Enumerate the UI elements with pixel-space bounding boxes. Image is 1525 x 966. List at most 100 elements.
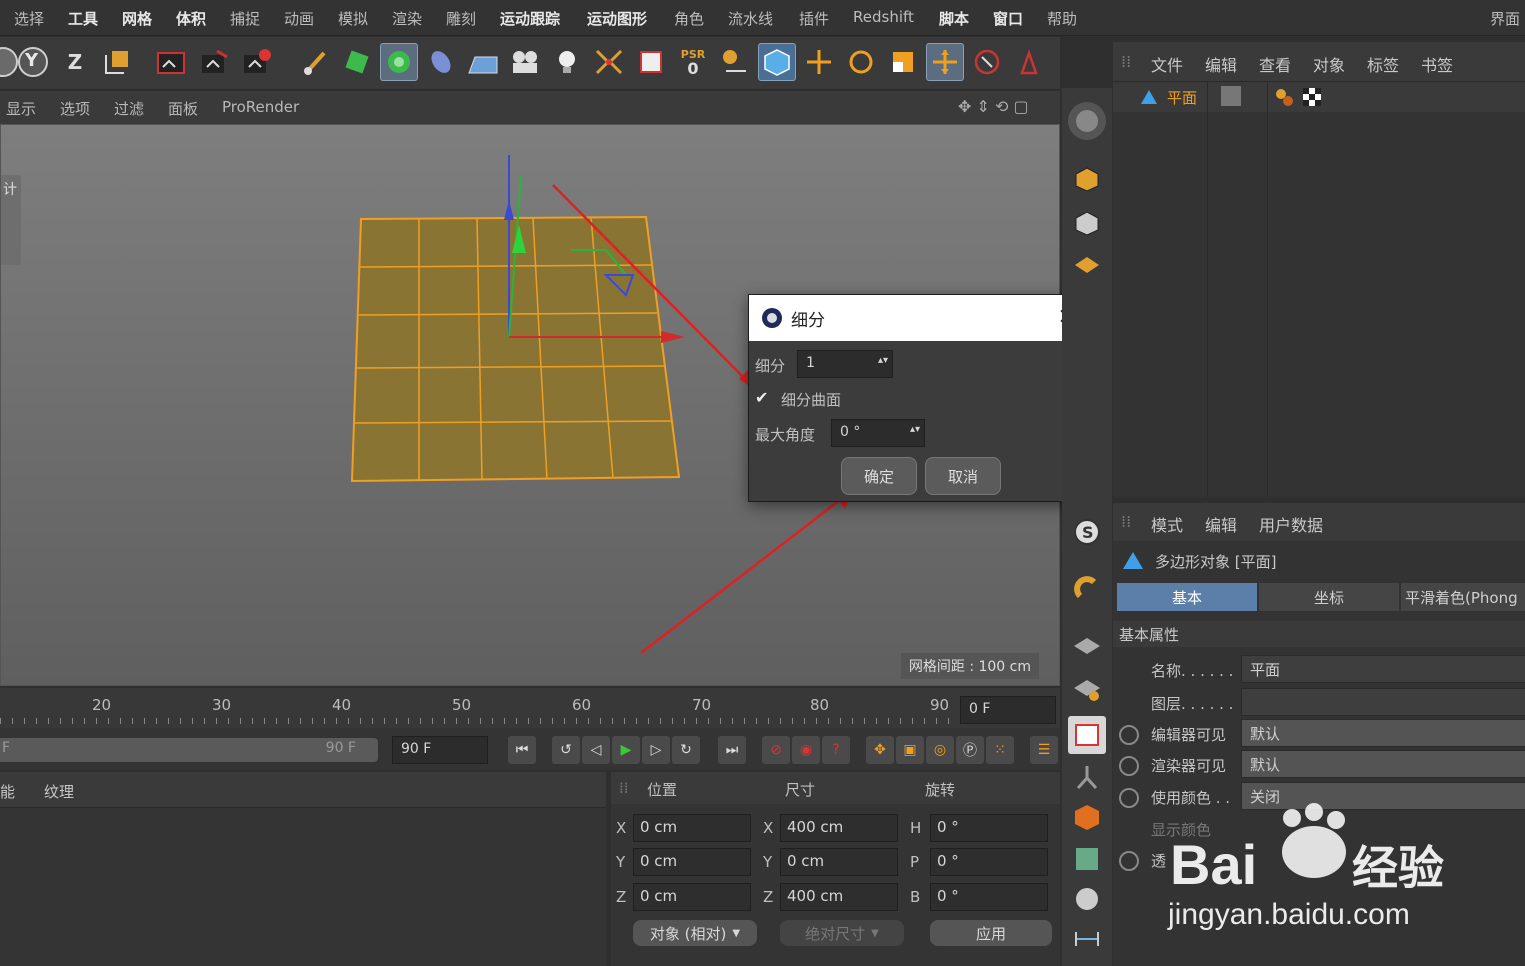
autokey-icon[interactable]: ◉ xyxy=(792,736,820,764)
render-view-icon[interactable] xyxy=(152,43,190,81)
render-settings-icon[interactable] xyxy=(238,43,276,81)
key-param-icon[interactable]: Ⓟ xyxy=(956,736,984,764)
spinner-arrows-icon[interactable]: ▴▾ xyxy=(910,424,920,435)
spinner-arrows-icon[interactable]: ▴▾ xyxy=(878,355,888,366)
menu-render[interactable]: 渲染 xyxy=(392,8,422,29)
prop-render-visible-select[interactable]: 默认 xyxy=(1241,750,1525,778)
menu-select[interactable]: 选择 xyxy=(14,8,44,29)
obj-menu-bookmarks[interactable]: 书签 xyxy=(1421,52,1453,76)
size-z-field[interactable]: 400 cm xyxy=(780,883,898,911)
vp-menu-options[interactable]: 选项 xyxy=(60,98,90,119)
prop-editor-visible-select[interactable]: 默认 xyxy=(1241,719,1525,747)
prev-frame-icon[interactable]: ◁ xyxy=(582,736,610,764)
coord-mode-select[interactable]: 对象 (相对) ▼ xyxy=(633,920,757,946)
next-frame-icon[interactable]: ▷ xyxy=(642,736,670,764)
next-key-icon[interactable]: ↻ xyxy=(672,736,700,764)
menu-layout[interactable]: 界面 xyxy=(1490,8,1520,29)
obj-menu-edit[interactable]: 编辑 xyxy=(1205,52,1237,76)
object-name[interactable]: 平面 xyxy=(1167,87,1197,108)
radio-transparency[interactable] xyxy=(1119,851,1139,871)
key-scale-icon[interactable]: ▣ xyxy=(896,736,924,764)
mat-menu-function[interactable]: 能 xyxy=(0,781,15,802)
size-y-field[interactable]: 0 cm xyxy=(780,848,898,876)
play-icon[interactable]: ▶ xyxy=(612,736,640,764)
pos-z-field[interactable]: 0 cm xyxy=(633,883,751,911)
go-to-end-icon[interactable]: ⏭ xyxy=(718,736,746,764)
menu-plugins[interactable]: 插件 xyxy=(799,8,829,29)
render-picture-viewer-icon[interactable] xyxy=(196,43,234,81)
axis-y-toggle[interactable]: Y xyxy=(14,43,52,81)
key-rotation-icon[interactable]: ◎ xyxy=(926,736,954,764)
timeline-menu-icon[interactable]: ☰ xyxy=(1030,736,1058,764)
pen-tool-icon[interactable] xyxy=(296,43,334,81)
apply-button[interactable]: 应用 xyxy=(930,920,1052,946)
select-tool-icon[interactable] xyxy=(968,43,1006,81)
menu-window[interactable]: 窗口 xyxy=(993,8,1023,29)
grip-icon[interactable]: ⁞⁞ xyxy=(1121,512,1131,531)
move-icon[interactable] xyxy=(800,43,838,81)
subdivision-surface-icon[interactable] xyxy=(380,43,418,81)
obj-menu-file[interactable]: 文件 xyxy=(1151,52,1183,76)
tag-icon[interactable] xyxy=(632,43,670,81)
subdivision-surface-checkbox[interactable]: ✔ xyxy=(755,388,768,407)
camera-icon[interactable] xyxy=(506,43,544,81)
box-orange-icon[interactable] xyxy=(1068,798,1106,836)
effector-icon[interactable] xyxy=(590,43,628,81)
vp-menu-display[interactable]: 显示 xyxy=(6,98,36,119)
cube-green-icon[interactable] xyxy=(338,43,376,81)
mat-menu-texture[interactable]: 纹理 xyxy=(44,781,74,802)
menu-mesh[interactable]: 网格 xyxy=(122,8,152,29)
frame-range-slider[interactable]: F 90 F xyxy=(0,738,378,762)
menu-volume[interactable]: 体积 xyxy=(176,8,206,29)
axis-z-toggle[interactable]: Z xyxy=(56,43,94,81)
rot-p-field[interactable]: 0 ° xyxy=(930,848,1048,876)
menu-script[interactable]: 脚本 xyxy=(939,8,969,29)
prev-key-icon[interactable]: ↺ xyxy=(552,736,580,764)
menu-snap[interactable]: 捕捉 xyxy=(230,8,260,29)
size-mode-select[interactable]: 绝对尺寸 ▼ xyxy=(780,920,904,946)
figure-icon[interactable] xyxy=(1068,758,1106,796)
material-ball-icon[interactable] xyxy=(1068,840,1106,878)
attr-menu-mode[interactable]: 模式 xyxy=(1151,512,1183,536)
menu-character[interactable]: 角色 xyxy=(674,8,704,29)
obj-menu-view[interactable]: 查看 xyxy=(1259,52,1291,76)
prop-layer-field[interactable] xyxy=(1241,688,1525,716)
checker-tag-icon[interactable] xyxy=(1301,86,1323,112)
prop-name-field[interactable]: 平面 xyxy=(1241,655,1525,683)
menu-animate[interactable]: 动画 xyxy=(284,8,314,29)
cancel-button[interactable]: 取消 xyxy=(925,457,1001,495)
window-icon[interactable] xyxy=(1068,716,1106,754)
keyframe-help-icon[interactable]: ? xyxy=(822,736,850,764)
snap-icon[interactable] xyxy=(716,43,754,81)
attr-menu-userdata[interactable]: 用户数据 xyxy=(1259,512,1323,536)
vp-menu-filter[interactable]: 过滤 xyxy=(114,98,144,119)
layer-swatch[interactable] xyxy=(1221,86,1241,106)
record-icon[interactable]: ⊘ xyxy=(762,736,790,764)
model-mode-icon[interactable] xyxy=(758,43,796,81)
polygons-mode-icon[interactable] xyxy=(1068,246,1106,284)
menu-sculpt[interactable]: 雕刻 xyxy=(446,8,476,29)
menu-redshift[interactable]: Redshift xyxy=(853,8,914,26)
edges-mode-icon[interactable] xyxy=(1068,204,1106,242)
radio-editor-visible[interactable] xyxy=(1119,725,1139,745)
menu-tools[interactable]: 工具 xyxy=(68,8,98,29)
points-mode-icon[interactable] xyxy=(1068,160,1106,198)
scale-icon[interactable] xyxy=(884,43,922,81)
attr-menu-edit[interactable]: 编辑 xyxy=(1205,512,1237,536)
viewport-nav-icons[interactable]: ✥ ⇕ ⟲ ▢ xyxy=(958,97,1029,116)
workplane-icon[interactable] xyxy=(1068,670,1106,708)
obj-menu-object[interactable]: 对象 xyxy=(1313,52,1345,76)
timeline-ruler[interactable]: 20 30 40 50 60 70 80 90 0 F xyxy=(0,688,1060,728)
menu-pipeline[interactable]: 流水线 xyxy=(728,8,773,29)
menu-mograph[interactable]: 运动图形 xyxy=(587,8,647,29)
pos-y-field[interactable]: 0 cm xyxy=(633,848,751,876)
go-to-start-icon[interactable]: ⏮ xyxy=(508,736,536,764)
tab-coord[interactable]: 坐标 xyxy=(1259,583,1399,611)
sculpt-icon[interactable] xyxy=(1068,880,1106,918)
radio-render-visible[interactable] xyxy=(1119,756,1139,776)
obj-menu-tags[interactable]: 标签 xyxy=(1367,52,1399,76)
pos-x-field[interactable]: 0 cm xyxy=(633,814,751,842)
rotate-icon[interactable] xyxy=(842,43,880,81)
size-x-field[interactable]: 400 cm xyxy=(780,814,898,842)
phong-tag-icon[interactable] xyxy=(1273,86,1295,112)
